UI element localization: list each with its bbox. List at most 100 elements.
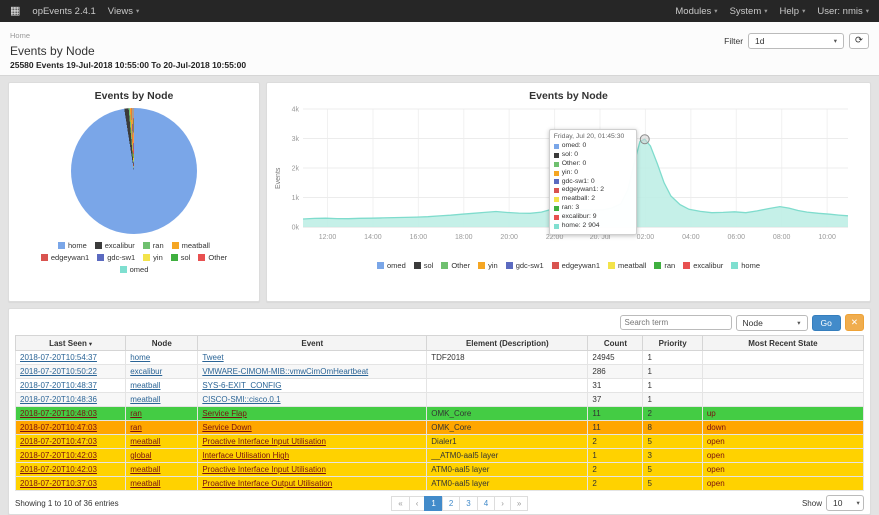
event-time-link[interactable]: 2018-07-20T10:48:03 bbox=[20, 409, 97, 418]
cell-count: 2 bbox=[588, 477, 643, 491]
event-link[interactable]: Proactive Interface Input Utilisation bbox=[202, 465, 326, 474]
legend-item-yin[interactable]: yin bbox=[143, 253, 163, 262]
event-link[interactable]: Tweet bbox=[202, 353, 223, 362]
cell-event: Tweet bbox=[198, 351, 427, 365]
node-link[interactable]: meatball bbox=[130, 381, 160, 390]
cell-element bbox=[427, 393, 588, 407]
event-link[interactable]: SYS-6-EXIT_CONFIG bbox=[202, 381, 281, 390]
column-header-element-description[interactable]: Element (Description) bbox=[427, 336, 588, 351]
event-link[interactable]: Service Flap bbox=[202, 409, 246, 418]
nav-item-help[interactable]: Help▾ bbox=[780, 6, 806, 17]
event-time-link[interactable]: 2018-07-20T10:50:22 bbox=[20, 367, 97, 376]
legend-item-gdc-sw1[interactable]: gdc-sw1 bbox=[506, 261, 544, 270]
column-header-count[interactable]: Count bbox=[588, 336, 643, 351]
first-page[interactable]: « bbox=[391, 496, 409, 511]
cell-event: SYS-6-EXIT_CONFIG bbox=[198, 379, 427, 393]
legend-item-meatball[interactable]: meatball bbox=[172, 241, 210, 250]
column-header-node[interactable]: Node bbox=[126, 336, 198, 351]
navbar: ▦ opEvents 2.4.1 Views▾ Modules▾System▾H… bbox=[0, 0, 879, 22]
svg-text:20. Jul: 20. Jul bbox=[590, 234, 611, 241]
page-size-select[interactable]: 10 ▾ bbox=[826, 495, 864, 511]
legend-item-omed[interactable]: omed bbox=[120, 265, 149, 274]
column-header-event[interactable]: Event bbox=[198, 336, 427, 351]
page-3[interactable]: 3 bbox=[459, 496, 477, 511]
legend-item-excalibur[interactable]: excalibur bbox=[95, 241, 135, 250]
nav-item-views[interactable]: Views▾ bbox=[108, 6, 139, 17]
node-link[interactable]: meatball bbox=[130, 479, 160, 488]
event-time-link[interactable]: 2018-07-20T10:37:03 bbox=[20, 479, 97, 488]
cell-event-time: 2018-07-20T10:47:03 bbox=[16, 435, 126, 449]
cell-state: up bbox=[702, 407, 863, 421]
legend-item-edgeywan1[interactable]: edgeywan1 bbox=[41, 253, 89, 262]
search-column-select[interactable]: Node ▾ bbox=[736, 315, 808, 331]
legend-item-ran[interactable]: ran bbox=[143, 241, 164, 250]
event-link[interactable]: CISCO-SMI::cisco.0.1 bbox=[202, 395, 280, 404]
event-time-link[interactable]: 2018-07-20T10:47:03 bbox=[20, 423, 97, 432]
svg-text:08:00: 08:00 bbox=[773, 234, 791, 241]
tooltip-row-home: home: 2 904 bbox=[554, 222, 632, 231]
tooltip-row-meatball: meatball: 2 bbox=[554, 195, 632, 204]
pagination: «‹1234›» bbox=[392, 496, 528, 511]
event-link[interactable]: Proactive Interface Output Utilisation bbox=[202, 479, 332, 488]
nav-item-system[interactable]: System▾ bbox=[730, 6, 768, 17]
column-header-most-recent-state[interactable]: Most Recent State bbox=[702, 336, 863, 351]
event-link[interactable]: Proactive Interface Input Utilisation bbox=[202, 437, 326, 446]
nav-item-user-nmis[interactable]: User: nmis▾ bbox=[817, 6, 869, 17]
breadcrumb-home[interactable]: Home bbox=[10, 31, 30, 40]
cell-count: 31 bbox=[588, 379, 643, 393]
event-time-link[interactable]: 2018-07-20T10:42:03 bbox=[20, 451, 97, 460]
legend-swatch bbox=[377, 262, 384, 269]
legend-item-sol[interactable]: sol bbox=[171, 253, 191, 262]
legend-item-sol[interactable]: sol bbox=[414, 261, 434, 270]
node-link[interactable]: global bbox=[130, 451, 151, 460]
legend-item-excalibur[interactable]: excalibur bbox=[683, 261, 723, 270]
node-link[interactable]: ran bbox=[130, 423, 142, 432]
nav-item-label: Views bbox=[108, 6, 133, 17]
legend-item-home[interactable]: home bbox=[58, 241, 87, 250]
event-time-link[interactable]: 2018-07-20T10:54:37 bbox=[20, 353, 97, 362]
column-header-priority[interactable]: Priority bbox=[643, 336, 702, 351]
node-link[interactable]: home bbox=[130, 353, 150, 362]
events-by-node-pie-chart[interactable] bbox=[71, 108, 197, 234]
legend-item-other[interactable]: Other bbox=[441, 261, 470, 270]
clear-search-button[interactable]: ✕ bbox=[845, 314, 864, 331]
node-link[interactable]: meatball bbox=[130, 395, 160, 404]
table-row: 2018-07-20T10:48:03ranService FlapOMK_Co… bbox=[16, 407, 864, 421]
legend-item-yin[interactable]: yin bbox=[478, 261, 498, 270]
legend-item-ran[interactable]: ran bbox=[654, 261, 675, 270]
event-time-link[interactable]: 2018-07-20T10:42:03 bbox=[20, 465, 97, 474]
event-link[interactable]: Service Down bbox=[202, 423, 251, 432]
nav-item-modules[interactable]: Modules▾ bbox=[675, 6, 717, 17]
page-1[interactable]: 1 bbox=[424, 496, 442, 511]
table-row: 2018-07-20T10:42:03 meatball Proactive Int… bbox=[16, 463, 864, 477]
app-brand[interactable]: opEvents 2.4.1 bbox=[32, 6, 95, 17]
next-page[interactable]: › bbox=[494, 496, 511, 511]
tooltip-swatch bbox=[554, 153, 559, 158]
page-4[interactable]: 4 bbox=[477, 496, 495, 511]
event-link[interactable]: VMWARE-CIMOM-MIB::vmwCimOmHeartbeat bbox=[202, 367, 368, 376]
cell-event: Proactive Interface Input Utilisation bbox=[198, 435, 427, 449]
legend-item-other[interactable]: Other bbox=[198, 253, 227, 262]
event-time-link[interactable]: 2018-07-20T10:47:03 bbox=[20, 437, 97, 446]
page-2[interactable]: 2 bbox=[442, 496, 460, 511]
cell-count: 11 bbox=[588, 421, 643, 435]
node-link[interactable]: meatball bbox=[130, 465, 160, 474]
prev-page[interactable]: ‹ bbox=[409, 496, 426, 511]
legend-item-gdc-sw1[interactable]: gdc-sw1 bbox=[97, 253, 135, 262]
go-button[interactable]: Go bbox=[812, 315, 841, 331]
legend-item-home[interactable]: home bbox=[731, 261, 760, 270]
event-time-link[interactable]: 2018-07-20T10:48:36 bbox=[20, 395, 97, 404]
column-header-last-seen[interactable]: Last Seen▾ bbox=[16, 336, 126, 351]
event-time-link[interactable]: 2018-07-20T10:48:37 bbox=[20, 381, 97, 390]
refresh-button[interactable]: ⟳ bbox=[849, 33, 869, 49]
event-link[interactable]: Interface Utilisation High bbox=[202, 451, 289, 460]
node-link[interactable]: meatball bbox=[130, 437, 160, 446]
last-page[interactable]: » bbox=[510, 496, 528, 511]
legend-item-meatball[interactable]: meatball bbox=[608, 261, 646, 270]
node-link[interactable]: ran bbox=[130, 409, 142, 418]
legend-item-edgeywan1[interactable]: edgeywan1 bbox=[552, 261, 600, 270]
filter-period-select[interactable]: 1d ▾ bbox=[748, 33, 844, 49]
search-input[interactable] bbox=[620, 315, 732, 330]
node-link[interactable]: excalibur bbox=[130, 367, 162, 376]
legend-item-omed[interactable]: omed bbox=[377, 261, 406, 270]
